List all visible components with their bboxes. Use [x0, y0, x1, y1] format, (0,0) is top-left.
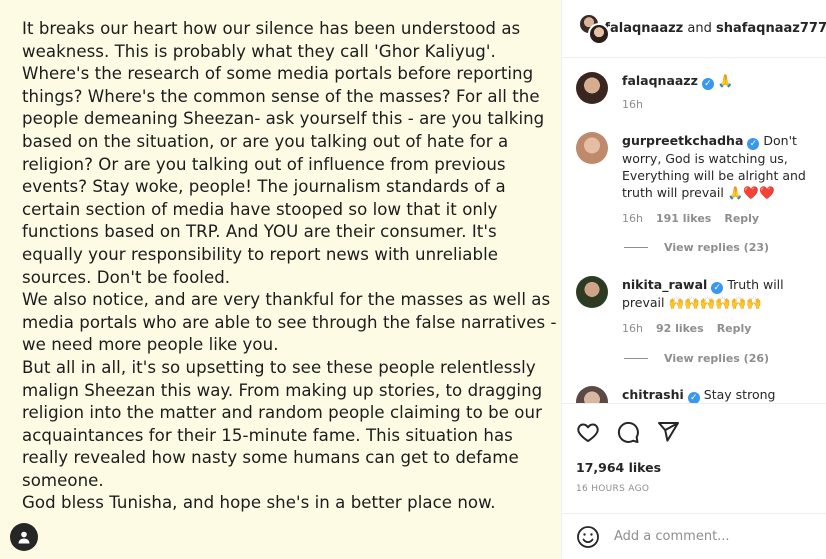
comment-time[interactable]: 16h — [622, 320, 643, 337]
author-link[interactable]: falaqnaazz — [604, 21, 683, 36]
collab-avatars[interactable] — [578, 12, 610, 45]
comment-time[interactable]: 16h — [622, 210, 643, 227]
divider — [624, 247, 648, 248]
avatar[interactable] — [576, 386, 608, 403]
comment-likes[interactable]: 92 likes — [656, 320, 704, 337]
view-replies-button[interactable]: View replies (26) — [624, 352, 769, 365]
divider — [624, 358, 648, 359]
post-paragraph: It breaks our heart how our silence has … — [22, 19, 545, 287]
comment-input[interactable]: Add a comment... — [614, 529, 730, 544]
comment-item: chitrashi✓Stay strong baby 🙏 — [576, 386, 822, 403]
user-tag-glyph — [18, 531, 30, 544]
comment-username[interactable]: chitrashi — [622, 387, 684, 402]
post-paragraph: But all in all, it's so upsetting to see… — [22, 357, 543, 490]
verified-icon: ✓ — [701, 78, 714, 90]
avatar[interactable] — [576, 276, 608, 308]
verified-icon: ✓ — [711, 282, 724, 294]
avatar — [588, 22, 610, 45]
comment-item: nikita_rawal ✓ Truth will prevail 🙌🙌🙌🙌🙌🙌 1… — [576, 276, 822, 337]
post-timestamp: 16 HOURS AGO — [576, 484, 650, 494]
action-bar — [576, 420, 680, 444]
post-paragraph: We also notice, and are very thankful fo… — [22, 290, 557, 355]
post-paragraph: God bless Tunisha, and hope she's in a b… — [22, 493, 496, 513]
author-link[interactable]: shafaqnaaz777 — [716, 21, 826, 36]
comments-list: falaqnaazz ✓ 🙏 16h gurpreetkchadha ✓ Don't w… — [562, 58, 826, 403]
comment-username[interactable]: gurpreetkchadha — [622, 133, 743, 148]
post-side-panel: falaqnaazz and shafaqnaaz777 falaqnaazz ✓… — [561, 0, 826, 559]
view-replies-label: View replies (26) — [664, 352, 770, 365]
verified-icon: ✓ — [747, 138, 760, 150]
reply-button[interactable]: Reply — [717, 320, 752, 337]
avatar[interactable] — [576, 132, 608, 164]
emoji-icon[interactable] — [576, 525, 600, 549]
view-replies-button[interactable]: View replies (23) — [624, 241, 769, 254]
author-joiner: and — [683, 21, 716, 36]
post-authors: falaqnaazz and shafaqnaaz777 — [604, 21, 826, 36]
comment-composer: Add a comment... — [562, 513, 826, 559]
post-actions-area: 17,964 likes 16 HOURS AGO — [562, 403, 826, 513]
comment-item: gurpreetkchadha ✓ Don't worry, God is watc… — [576, 132, 822, 227]
caption-item: falaqnaazz ✓ 🙏 16h — [576, 72, 822, 113]
comment-username[interactable]: falaqnaazz — [622, 73, 698, 88]
avatar[interactable] — [576, 72, 608, 104]
post-header: falaqnaazz and shafaqnaaz777 — [562, 0, 826, 58]
share-icon[interactable] — [656, 420, 680, 444]
caption-text: 🙏 — [717, 73, 734, 88]
comment-icon[interactable] — [616, 420, 640, 444]
post-image: It breaks our heart how our silence has … — [0, 0, 561, 559]
verified-icon: ✓ — [687, 392, 700, 403]
view-replies-label: View replies (23) — [664, 241, 770, 254]
post-image-text: It breaks our heart how our silence has … — [22, 18, 558, 515]
comment-time[interactable]: 16h — [622, 96, 643, 113]
user-tag-icon[interactable] — [10, 523, 38, 551]
likes-count[interactable]: 17,964 likes — [576, 460, 661, 475]
reply-button[interactable]: Reply — [724, 210, 759, 227]
comment-username[interactable]: nikita_rawal — [622, 277, 707, 292]
heart-icon[interactable] — [576, 420, 600, 444]
comment-likes[interactable]: 191 likes — [656, 210, 711, 227]
